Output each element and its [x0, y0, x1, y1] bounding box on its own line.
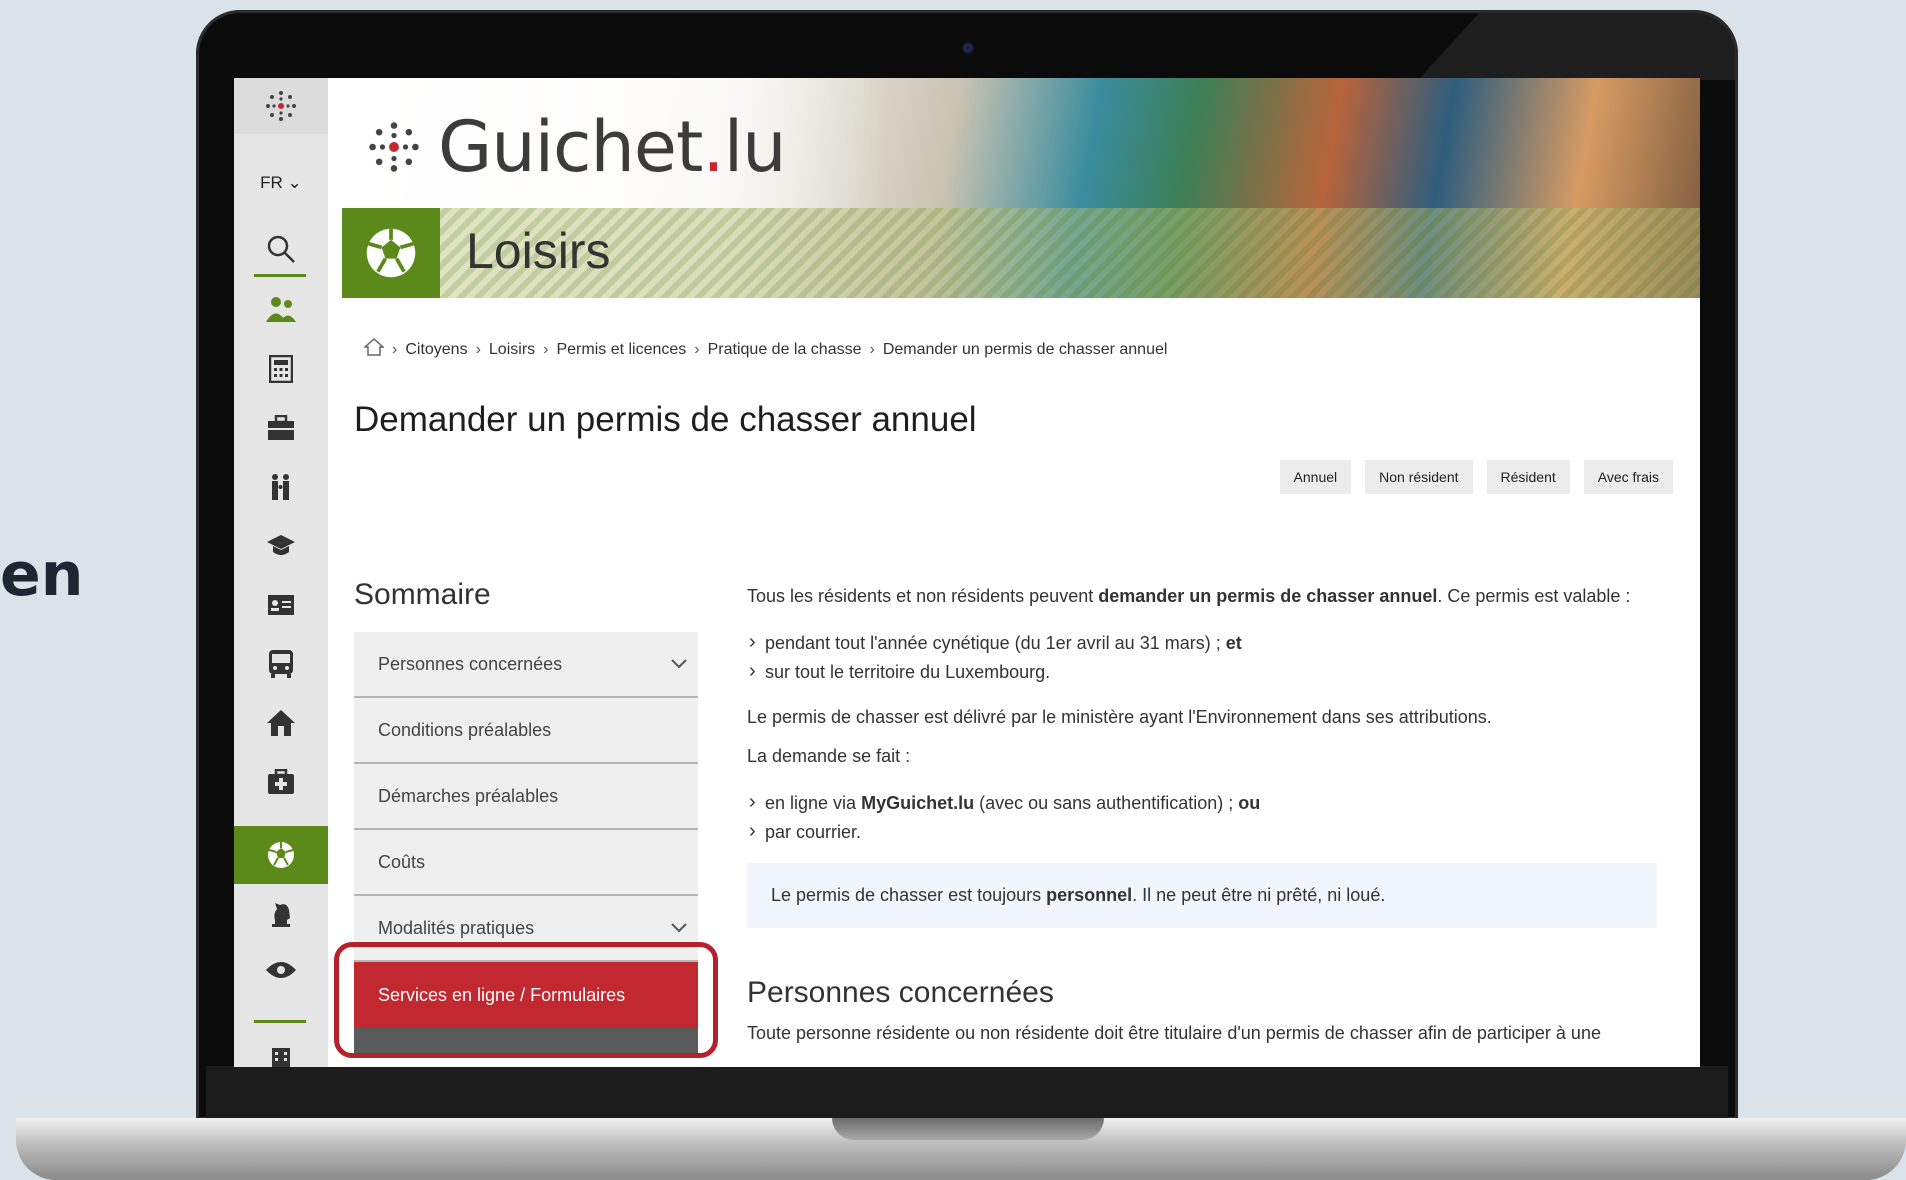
intro-after: . Ce permis est valable :: [1437, 586, 1631, 606]
list-item-bold: et: [1225, 633, 1242, 653]
notice-text: Le permis de chasser est toujours: [771, 885, 1047, 905]
sommaire-title: Sommaire: [354, 578, 491, 611]
building-icon[interactable]: [234, 1036, 328, 1067]
brand-dot: .: [702, 106, 724, 188]
tag-list: Annuel Non résident Résident Avec frais: [1279, 460, 1673, 494]
calculator-icon[interactable]: [234, 346, 328, 392]
breadcrumb-separator: ›: [869, 340, 875, 358]
breadcrumb: › Citoyens › Loisirs › Permis et licence…: [363, 337, 1168, 361]
list-item-text: par courrier.: [765, 822, 862, 842]
delivery-paragraph: Le permis de chasser est délivré par le …: [747, 707, 1492, 727]
tag-non-resident[interactable]: Non résident: [1365, 460, 1473, 494]
soccer-ball-icon[interactable]: [234, 826, 328, 884]
section-title: Loisirs: [466, 223, 611, 279]
list-item: en ligne via MyGuichet.lu (avec ou sans …: [747, 788, 1667, 818]
tag-annuel[interactable]: Annuel: [1279, 460, 1352, 494]
guichet-emblem-icon: [369, 122, 419, 172]
myguichet-link[interactable]: MyGuichet.lu: [861, 793, 974, 813]
camera-icon: [963, 43, 973, 53]
intro-text: Tous les résidents et non résidents peuv…: [747, 586, 1099, 606]
breadcrumb-item[interactable]: Permis et licences: [556, 341, 686, 359]
section-banner: Loisirs: [342, 208, 1700, 298]
eye-icon[interactable]: [234, 947, 328, 993]
toc-item-label: Coûts: [378, 851, 426, 872]
lid-glare: [1418, 10, 1738, 80]
breadcrumb-separator: ›: [392, 340, 398, 358]
notice-bold: personnel: [1046, 885, 1133, 905]
chevron-down-icon: [670, 654, 688, 675]
toc-item-label: Modalités pratiques: [378, 917, 535, 938]
toc-item-demarches-prealables[interactable]: Démarches préalables: [354, 764, 698, 830]
list-item: par courrier.: [747, 817, 1667, 847]
medical-kit-icon[interactable]: [234, 759, 328, 805]
section-heading: Personnes concernées: [747, 976, 1054, 1009]
sidebar-separator: [254, 274, 306, 277]
highlight-annotation: [334, 942, 718, 1058]
language-selector[interactable]: FR ⌄: [234, 173, 328, 193]
sidebar-separator-bottom: [254, 1020, 306, 1023]
list-item-text: en ligne via: [765, 793, 862, 813]
laptop-notch: [832, 1118, 1104, 1140]
slide-partial-text: en: [0, 540, 84, 610]
bus-icon[interactable]: [234, 641, 328, 687]
list-item-text: sur tout le territoire du Luxembourg.: [765, 662, 1051, 682]
brand-name: Guichet.lu: [438, 106, 787, 188]
toc-item-label: Démarches préalables: [378, 785, 559, 806]
page-title: Demander un permis de chasser annuel: [354, 400, 977, 439]
request-methods-list: en ligne via MyGuichet.lu (avec ou sans …: [747, 788, 1667, 847]
list-item-bold: ou: [1238, 793, 1261, 813]
briefcase-icon[interactable]: [234, 405, 328, 451]
people-icon[interactable]: [234, 286, 328, 332]
breadcrumb-item[interactable]: Pratique de la chasse: [708, 341, 862, 359]
soccer-ball-icon: [342, 208, 440, 298]
breadcrumb-item[interactable]: Loisirs: [489, 341, 535, 359]
brand-tld: lu: [723, 106, 787, 188]
toc-item-personnes-concernees[interactable]: Personnes concernées: [354, 632, 698, 698]
browser-screen: FR ⌄ Guichet.lu Loisirs › Citoyens › Loi…: [234, 78, 1700, 1067]
request-paragraph: La demande se fait :: [747, 746, 911, 766]
list-item-text: (avec ou sans authentification) ;: [974, 793, 1239, 813]
notice-after: . Il ne peut être ni prêté, ni loué.: [1132, 885, 1386, 905]
toc-item-conditions-prealables[interactable]: Conditions préalables: [354, 698, 698, 764]
list-item-text: pendant tout l'année cynétique (du 1er a…: [765, 633, 1226, 653]
toc-item-label: Conditions préalables: [378, 719, 552, 740]
list-item: pendant tout l'année cynétique (du 1er a…: [747, 628, 1667, 658]
id-card-icon[interactable]: [234, 582, 328, 628]
guichet-logo-icon[interactable]: [234, 78, 328, 134]
search-icon[interactable]: [234, 226, 328, 272]
chevron-down-icon: [670, 918, 688, 939]
notice-box: Le permis de chasser est toujours person…: [747, 863, 1657, 928]
section-text: Toute personne résidente ou non résident…: [747, 1023, 1601, 1043]
family-icon[interactable]: [234, 464, 328, 510]
intro-paragraph: Tous les résidents et non résidents peuv…: [747, 582, 1667, 611]
breadcrumb-item[interactable]: Citoyens: [405, 341, 467, 359]
chess-knight-icon[interactable]: [234, 890, 328, 936]
tag-avec-frais[interactable]: Avec frais: [1583, 460, 1673, 494]
graduation-cap-icon[interactable]: [234, 523, 328, 569]
page-header: Guichet.lu Loisirs: [328, 78, 1700, 298]
breadcrumb-separator: ›: [543, 340, 549, 358]
breadcrumb-current: Demander un permis de chasser annuel: [882, 340, 1168, 358]
laptop-hinge: [206, 1066, 1728, 1118]
brand-main: Guichet: [438, 106, 703, 188]
brand-logo[interactable]: Guichet.lu: [366, 106, 787, 188]
validity-list: pendant tout l'année cynétique (du 1er a…: [747, 628, 1667, 687]
intro-bold: demander un permis de chasser annuel: [1098, 586, 1438, 606]
list-item: sur tout le territoire du Luxembourg.: [747, 657, 1667, 687]
breadcrumb-separator: ›: [475, 340, 481, 358]
breadcrumb-separator: ›: [694, 340, 700, 358]
home-icon[interactable]: [363, 337, 385, 361]
tag-resident[interactable]: Résident: [1486, 460, 1570, 494]
toc-item-couts[interactable]: Coûts: [354, 830, 698, 896]
main-content: Tous les résidents et non résidents peuv…: [747, 582, 1667, 1048]
home-icon[interactable]: [234, 700, 328, 746]
sidebar: FR ⌄: [234, 78, 328, 1067]
toc-item-label: Personnes concernées: [378, 653, 563, 674]
